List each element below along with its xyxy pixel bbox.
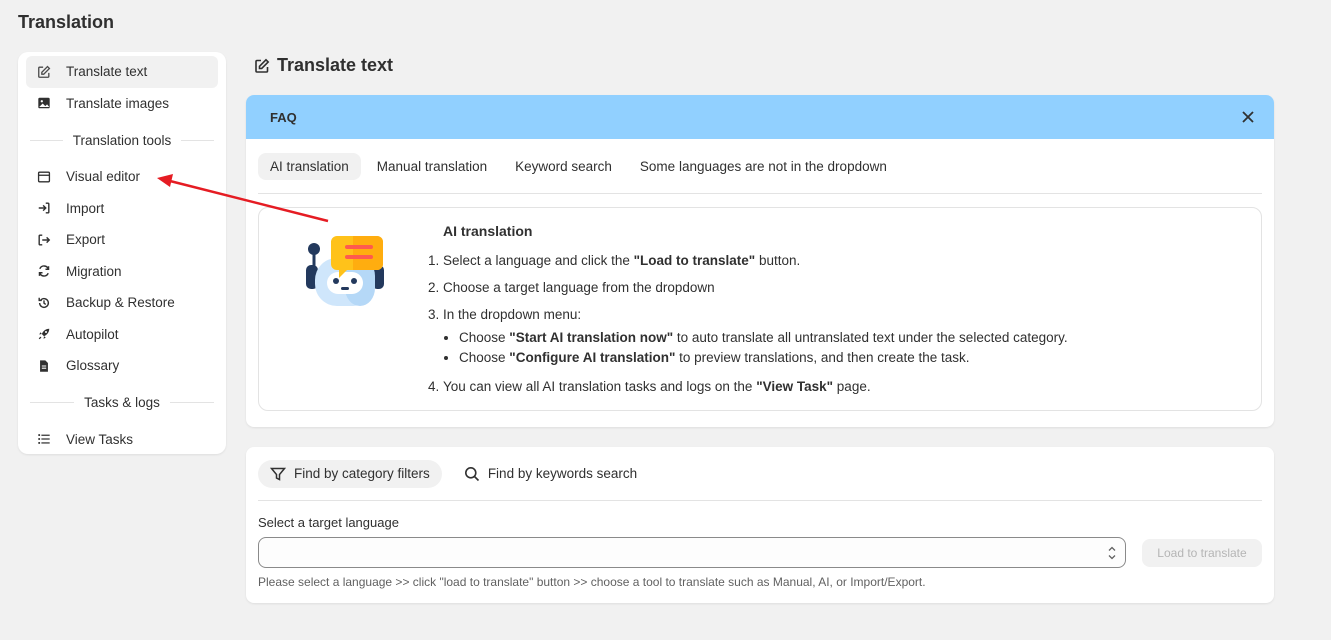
faq-step-2: Choose a target language from the dropdo… (443, 279, 1068, 296)
rocket-icon (36, 326, 52, 342)
sidebar-item-label: View Tasks (66, 431, 134, 447)
tasks-logs-heading: Tasks & logs (26, 382, 218, 424)
helper-text: Please select a language >> click "load … (258, 575, 926, 589)
sidebar-item-migration[interactable]: Migration (26, 256, 218, 288)
sidebar-item-label: Visual editor (66, 169, 141, 185)
image-icon (36, 95, 52, 111)
tab-missing-languages[interactable]: Some languages are not in the dropdown (628, 153, 899, 180)
faq-step-1: Select a language and click the "Load to… (443, 252, 1068, 269)
filter-tabs: Find by category filters Find by keyword… (258, 447, 1262, 501)
sidebar-item-label: Import (66, 200, 105, 216)
faq-content: AI translation Select a language and cli… (427, 223, 1068, 405)
faq-steps: Select a language and click the "Load to… (427, 252, 1068, 395)
faq-step-3a: Choose "Start AI translation now" to aut… (459, 328, 1068, 348)
faq-content-heading: AI translation (443, 223, 533, 239)
target-language-label: Select a target language (258, 515, 399, 530)
browser-window-icon (36, 169, 52, 185)
faq-step-3b: Choose "Configure AI translation" to pre… (459, 348, 1068, 368)
edit-icon (254, 58, 270, 74)
close-icon[interactable] (1240, 109, 1256, 125)
filter-icon (270, 466, 286, 482)
document-icon (36, 358, 52, 374)
search-icon (464, 466, 480, 482)
sidebar-item-label: Autopilot (66, 326, 119, 342)
main-title: Translate text (254, 55, 393, 76)
sidebar-item-import[interactable]: Import (26, 193, 218, 225)
faq-header: FAQ (246, 95, 1274, 139)
tab-category-filters[interactable]: Find by category filters (258, 459, 442, 488)
export-icon (36, 232, 52, 248)
sidebar: Translate text Translate images Translat… (18, 52, 226, 454)
language-select-row: Load to translate (258, 537, 1262, 568)
page-title: Translation (18, 12, 115, 32)
faq-step-3: In the dropdown menu: Choose "Start AI t… (443, 306, 1068, 368)
tab-keyword-search[interactable]: Keyword search (503, 153, 624, 180)
sidebar-item-export[interactable]: Export (26, 224, 218, 256)
faq-tabs: AI translation Manual translation Keywor… (258, 139, 1262, 194)
sidebar-item-label: Migration (66, 263, 122, 279)
sidebar-item-label: Export (66, 232, 106, 248)
robot-chat-icon (303, 228, 387, 312)
tab-manual-translation[interactable]: Manual translation (365, 153, 499, 180)
faq-card: FAQ AI translation Manual translation Ke… (246, 95, 1274, 427)
sidebar-item-backup-restore[interactable]: Backup & Restore (26, 287, 218, 319)
history-icon (36, 295, 52, 311)
translation-tools-heading: Translation tools (26, 119, 218, 161)
filter-card: Find by category filters Find by keyword… (246, 447, 1274, 603)
sidebar-item-view-tasks[interactable]: View Tasks (26, 424, 218, 456)
sidebar-item-label: Translate text (66, 64, 148, 80)
sidebar-item-label: Glossary (66, 358, 120, 374)
tab-keywords-search[interactable]: Find by keywords search (452, 460, 649, 488)
faq-panel: AI translation Select a language and cli… (258, 207, 1262, 411)
main-title-text: Translate text (277, 55, 394, 75)
sidebar-item-autopilot[interactable]: Autopilot (26, 319, 218, 351)
import-icon (36, 200, 52, 216)
sidebar-item-visual-editor[interactable]: Visual editor (26, 161, 218, 193)
edit-icon (36, 64, 52, 80)
tab-ai-translation[interactable]: AI translation (258, 152, 361, 180)
chevron-up-down-icon (1107, 544, 1117, 562)
faq-step-4: You can view all AI translation tasks an… (443, 378, 1068, 395)
refresh-icon (36, 263, 52, 279)
list-icon (36, 431, 52, 447)
sidebar-item-translate-text[interactable]: Translate text (26, 56, 218, 88)
target-language-select[interactable] (258, 537, 1126, 568)
sidebar-item-translate-images[interactable]: Translate images (26, 88, 218, 120)
sidebar-item-label: Translate images (66, 95, 170, 111)
load-to-translate-button[interactable]: Load to translate (1142, 538, 1262, 567)
faq-title: FAQ (270, 109, 297, 125)
sidebar-item-glossary[interactable]: Glossary (26, 350, 218, 382)
sidebar-item-label: Backup & Restore (66, 295, 175, 311)
